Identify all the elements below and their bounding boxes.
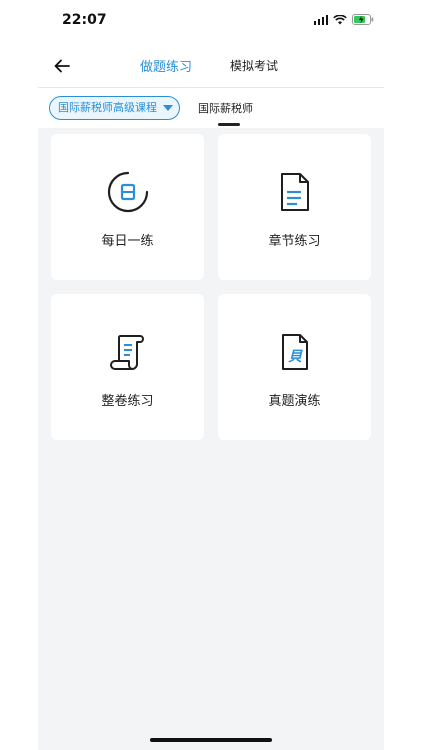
daily-practice-label: 每日一练 (101, 234, 154, 249)
svg-text:貝: 貝 (288, 349, 303, 365)
full-paper-practice-card[interactable]: 整卷练习 (51, 294, 204, 440)
real-exam-practice-label: 真题演练 (268, 394, 321, 409)
caret-down-icon (163, 105, 173, 111)
home-indicator (150, 738, 272, 742)
chapter-practice-label: 章节练习 (268, 234, 321, 249)
daily-practice-icon (107, 171, 148, 213)
real-exam-practice-card[interactable]: 貝 真题演练 (218, 294, 371, 440)
full-paper-practice-label: 整卷练习 (101, 394, 154, 409)
content-area: 国际薪税师高级课程 国际薪税师 每日一练 章节练习 整卷练习 貝 真题演练 (38, 0, 384, 750)
scroll-paper-icon (109, 335, 144, 370)
daily-practice-card[interactable]: 每日一练 (51, 134, 204, 280)
exam-document-icon: 貝 (281, 334, 308, 370)
subject-tab[interactable]: 国际薪税师 (198, 100, 253, 116)
chapter-document-icon (280, 173, 309, 211)
filter-row: 国际薪税师高级课程 国际薪税师 (38, 88, 384, 128)
chapter-practice-card[interactable]: 章节练习 (218, 134, 371, 280)
course-selector-label: 国际薪税师高级课程 (58, 101, 157, 114)
course-selector-dropdown[interactable]: 国际薪税师高级课程 (49, 96, 180, 120)
subject-tab-indicator (218, 123, 240, 126)
